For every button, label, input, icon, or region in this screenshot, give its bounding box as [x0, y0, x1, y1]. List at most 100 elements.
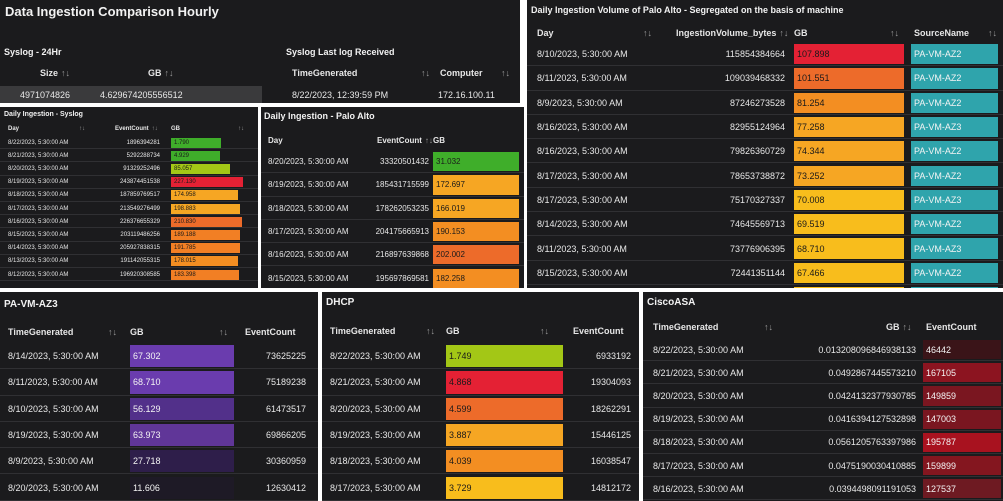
day-cell: 8/16/2023, 5:30:00 AM: [537, 122, 628, 133]
col-day[interactable]: Day ↑↓: [8, 126, 85, 132]
eventcount-bar: 149859: [923, 386, 1001, 406]
day-cell: 8/9/2023, 5:30:00 AM: [537, 97, 623, 108]
col-gb[interactable]: GB: [446, 326, 460, 336]
col-timegenerated[interactable]: TimeGenerated: [292, 68, 357, 78]
eventcount-cell: 33320501432: [380, 157, 429, 167]
eventcount-cell: 187859769517: [119, 192, 160, 199]
eventcount-cell: 91329252496: [123, 165, 160, 172]
sort-arrows-icon: ↑↓: [779, 28, 789, 38]
col-ingestion-bytes[interactable]: IngestionVolume_bytes ↑↓: [676, 28, 788, 38]
day-cell: 8/21/2023, 5:30:00 AM: [8, 152, 69, 159]
col-gb[interactable]: GB: [794, 28, 808, 38]
eventcount-cell: 205927838315: [119, 245, 160, 252]
gb-bar: 183.398: [171, 269, 239, 280]
bytes-cell: 82955124964: [729, 122, 785, 133]
gb-bar: 73.252: [794, 165, 904, 186]
bytes-cell: 79826360729: [729, 146, 785, 157]
sort-arrows-icon[interactable]: ↑↓: [219, 327, 228, 337]
sort-arrows-icon[interactable]: ↑↓: [890, 28, 899, 38]
eventcount-cell: 195697869581: [375, 273, 429, 283]
gb-bar: 67.302: [130, 345, 234, 368]
col-timegenerated[interactable]: TimeGenerated: [653, 322, 718, 332]
eventcount-cell: 6933192: [595, 351, 631, 362]
volume-paloalto-panel: Daily Ingestion Volume of Palo Alto - Se…: [527, 0, 1003, 288]
last-computer-value: 172.16.100.11: [438, 89, 495, 100]
sort-arrows-icon[interactable]: ↑↓: [764, 322, 773, 332]
col-timegenerated[interactable]: TimeGenerated: [8, 327, 73, 337]
col-timegenerated[interactable]: TimeGenerated: [330, 326, 395, 336]
day-cell: 8/19/2023, 5:30:00 AM: [8, 179, 69, 186]
eventcount-cell: 243874451538: [119, 179, 160, 186]
col-eventcount[interactable]: EventCount: [573, 326, 624, 336]
day-cell: 8/12/2023, 5:30:00 AM: [8, 271, 69, 278]
gb-bar: 4.929: [171, 150, 220, 161]
col-eventcount[interactable]: EventCount ↑↓: [377, 136, 433, 145]
col-sourcename[interactable]: SourceName: [914, 28, 969, 38]
col-gb[interactable]: GB ↑↓: [171, 126, 244, 132]
sort-arrows-icon[interactable]: ↑↓: [643, 28, 652, 38]
col-day[interactable]: Day: [537, 28, 554, 38]
sort-arrows-icon[interactable]: ↑↓: [540, 326, 549, 336]
col-gb[interactable]: GB: [130, 327, 144, 337]
sourcename-badge: PA-VM-AZ2: [911, 214, 998, 235]
gb-bar: 70.008: [794, 189, 904, 211]
bytes-cell: 109039468332: [724, 73, 785, 84]
day-cell: 8/13/2023, 5:30:00 AM: [8, 258, 69, 265]
sourcename-badge: PA-VM-AZ3: [911, 238, 998, 259]
eventcount-cell: 61473517: [265, 403, 306, 414]
gb-bar: 174.958: [171, 190, 238, 201]
col-computer[interactable]: Computer: [440, 68, 483, 78]
day-cell: 8/17/2023, 5:30:00 AM: [537, 170, 628, 181]
time-cell: 8/14/2023, 5:30:00 AM: [8, 351, 99, 362]
bytes-cell: 72441351144: [730, 267, 785, 278]
bytes-cell: 78653738872: [729, 170, 785, 181]
col-eventcount[interactable]: EventCount: [245, 327, 296, 337]
eventcount-bar: 167105: [923, 363, 1001, 383]
sourcename-badge: PA-VM-AZ3: [911, 287, 998, 288]
gb-bar: 31.032: [433, 152, 519, 172]
day-cell: 8/11/2023, 5:30:00 AM: [537, 73, 627, 84]
sourcename-badge: PA-VM-AZ2: [911, 92, 998, 113]
gb-bar: 4.868: [446, 371, 563, 394]
sort-arrows-icon[interactable]: ↑↓: [108, 327, 117, 337]
day-cell: 8/10/2023, 5:30:00 AM: [537, 49, 628, 60]
time-cell: 8/20/2023, 5:30:00 AM: [330, 403, 421, 414]
volume-paloalto-title: Daily Ingestion Volume of Palo Alto - Se…: [531, 5, 844, 15]
col-gb[interactable]: GB ↑↓: [148, 68, 174, 78]
sort-arrows-icon: ↑↓: [164, 68, 174, 78]
col-day[interactable]: Day: [268, 136, 283, 145]
sourcename-badge: PA-VM-AZ2: [911, 44, 998, 65]
day-cell: 8/18/2023, 5:30:00 AM: [268, 203, 349, 213]
time-cell: 8/16/2023, 5:30:00 AM: [653, 483, 744, 494]
eventcount-cell: 178262053235: [375, 203, 429, 213]
time-cell: 8/22/2023, 5:30:00 AM: [653, 344, 744, 355]
day-cell: 8/17/2023, 5:30:00 AM: [537, 194, 628, 205]
time-cell: 8/19/2023, 5:30:00 AM: [8, 430, 99, 441]
col-gb[interactable]: GB ↑↓: [886, 322, 912, 332]
sort-arrows-icon: ↑↓: [61, 68, 71, 78]
col-eventcount[interactable]: EventCount ↑↓: [115, 126, 158, 132]
time-cell: 8/22/2023, 5:30:00 AM: [330, 351, 421, 362]
sort-arrows-icon[interactable]: ↑↓: [988, 28, 997, 38]
sort-arrows-icon[interactable]: ↑↓: [421, 68, 430, 78]
gb-bar: 68.710: [130, 371, 234, 394]
sort-arrows-icon: ↑↓: [424, 136, 433, 145]
time-cell: 8/9/2023, 5:30:00 AM: [8, 456, 94, 467]
eventcount-cell: 69866205: [265, 430, 306, 441]
day-cell: 8/15/2023, 5:30:00 AM: [268, 273, 349, 283]
sort-arrows-icon[interactable]: ↑↓: [426, 326, 435, 336]
gb-bar: 227.130: [171, 177, 243, 188]
sort-arrows-icon[interactable]: ↑↓: [501, 68, 510, 78]
col-gb[interactable]: GB: [433, 136, 445, 145]
eventcount-cell: 213549276499: [119, 205, 160, 212]
sort-arrows-icon: ↑↓: [238, 126, 244, 132]
dhcp-title: DHCP: [326, 297, 355, 308]
eventcount-cell: 19304093: [590, 377, 631, 388]
col-eventcount[interactable]: EventCount: [926, 322, 977, 332]
gb-bar: 4.039: [446, 450, 563, 473]
eventcount-cell: 18262291: [590, 403, 631, 414]
time-cell: 8/11/2023, 5:30:00 AM: [8, 377, 98, 388]
time-cell: 8/21/2023, 5:30:00 AM: [653, 367, 744, 378]
col-size[interactable]: Size ↑↓: [40, 68, 70, 78]
eventcount-cell: 226376655329: [119, 218, 160, 225]
